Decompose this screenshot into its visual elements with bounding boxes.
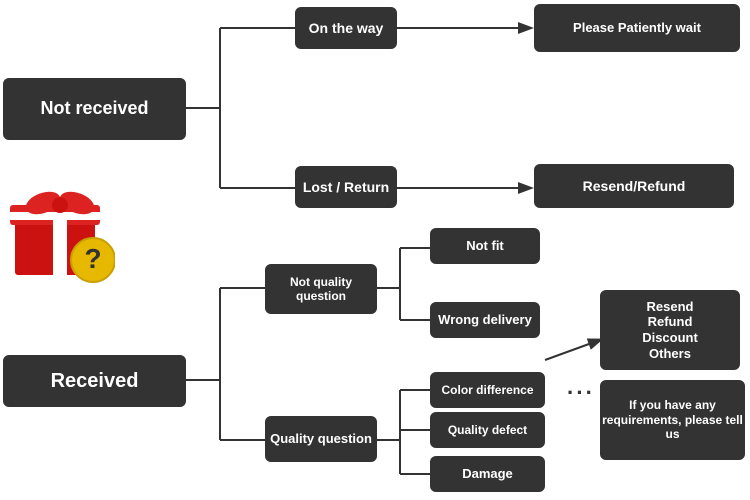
quality-defect-node: Quality defect: [430, 412, 545, 448]
resend-refund-top-node: Resend/Refund: [534, 164, 734, 208]
gift-box-image: ?: [5, 175, 115, 285]
quality-question-node: Quality question: [265, 416, 377, 462]
if-requirements-node: If you have any requirements, please tel…: [600, 380, 745, 460]
not-received-node: Not received: [3, 78, 186, 140]
color-difference-node: Color difference: [430, 372, 545, 408]
received-node: Received: [3, 355, 186, 407]
ellipsis-dots: ···: [567, 380, 595, 406]
diagram: Not received On the way Please Patiently…: [0, 0, 750, 500]
lost-return-node: Lost / Return: [295, 166, 397, 208]
svg-text:?: ?: [84, 243, 101, 274]
damage-node: Damage: [430, 456, 545, 492]
please-wait-node: Please Patiently wait: [534, 4, 740, 52]
not-fit-node: Not fit: [430, 228, 540, 264]
resend-refund-options-node: Resend Refund Discount Others: [600, 290, 740, 370]
wrong-delivery-node: Wrong delivery: [430, 302, 540, 338]
not-quality-question-node: Not quality question: [265, 264, 377, 314]
on-the-way-node: On the way: [295, 7, 397, 49]
